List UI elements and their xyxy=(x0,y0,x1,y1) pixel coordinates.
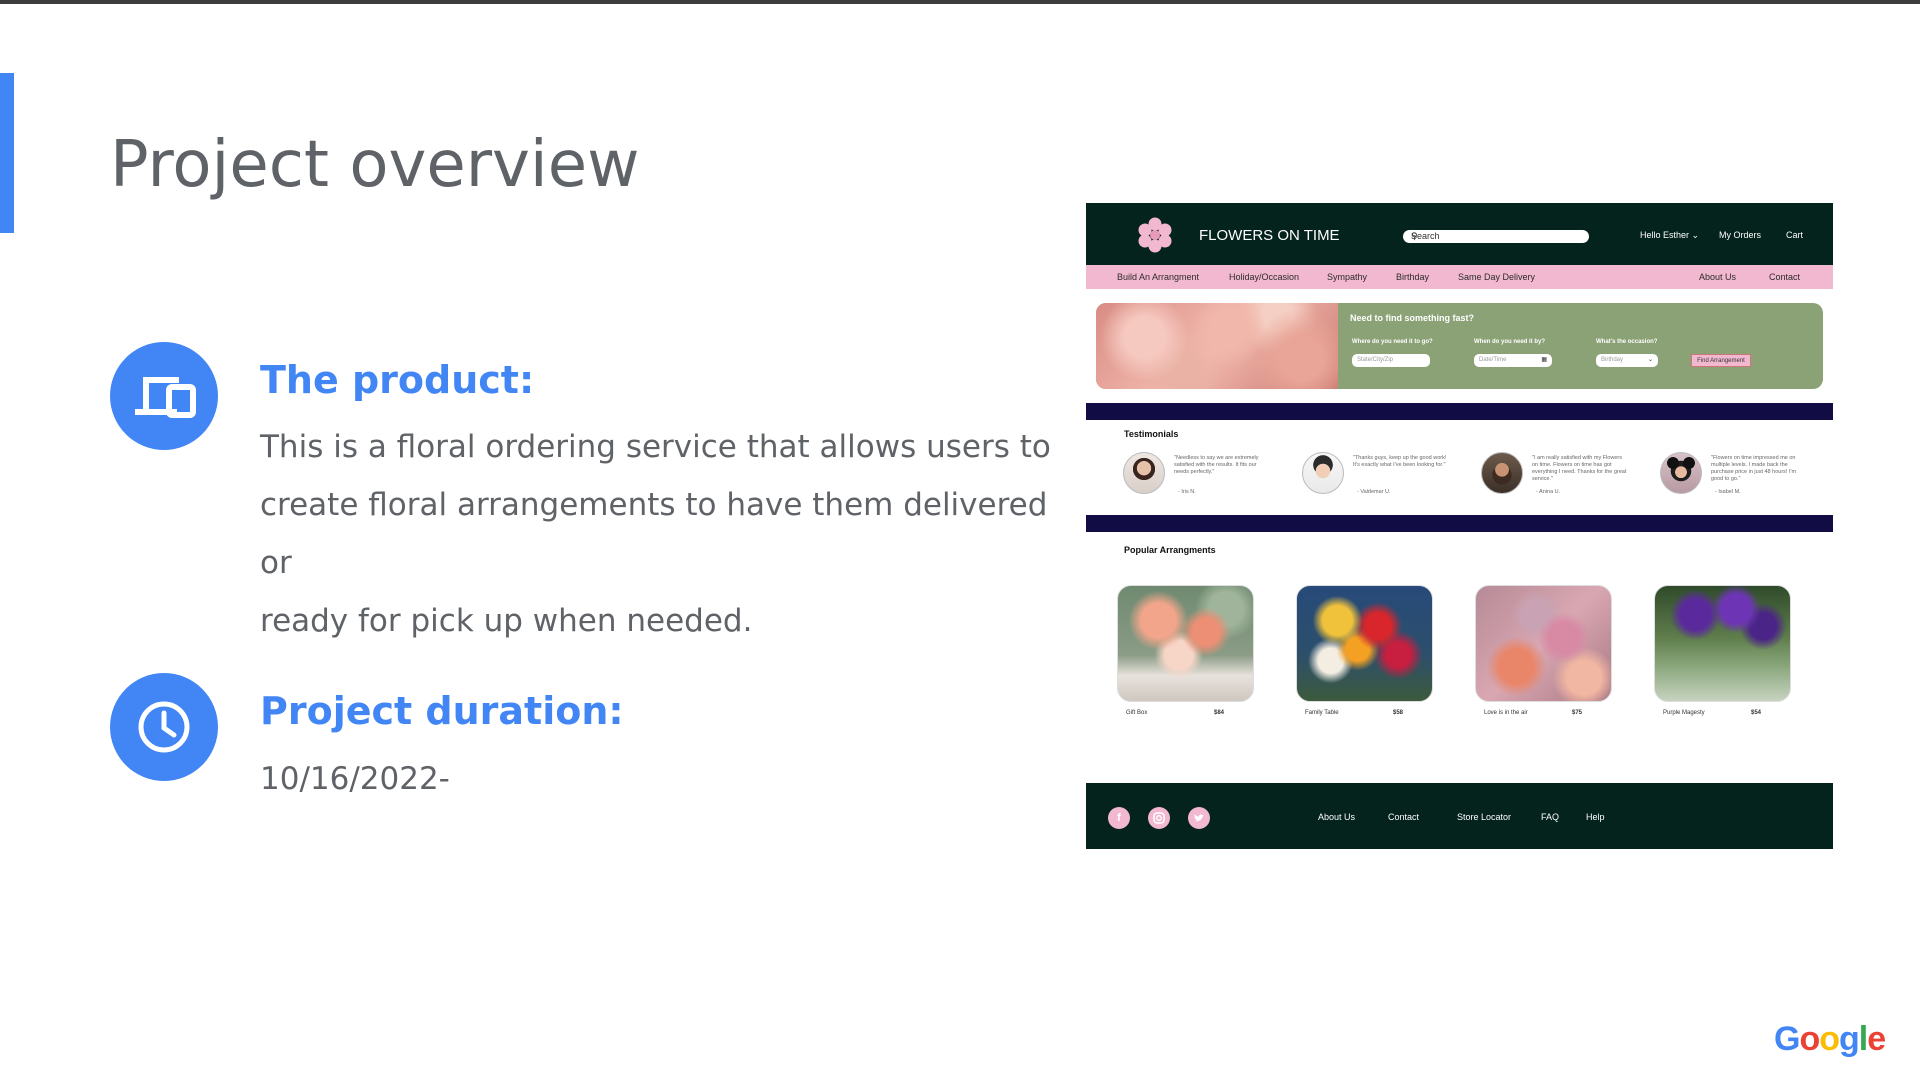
mockup-nav: Build An Arrangment Holiday/Occasion Sym… xyxy=(1086,265,1833,289)
mockup-footer: f About Us Contact Store Locator FAQ Hel… xyxy=(1086,783,1833,849)
my-orders-link[interactable]: My Orders xyxy=(1719,230,1761,240)
chevron-down-icon: ⌄ xyxy=(1647,357,1653,363)
testimonial-quote: "Needless to say we are extremely satisf… xyxy=(1174,455,1259,475)
nav-item-birthday[interactable]: Birthday xyxy=(1396,272,1429,282)
product-name: Gift Box xyxy=(1126,710,1148,716)
product-image[interactable] xyxy=(1296,585,1433,702)
mockup-search-input[interactable]: Search ⚲ xyxy=(1403,230,1589,243)
testimonial-author: - Iris N. xyxy=(1178,489,1196,495)
nav-item-build[interactable]: Build An Arrangment xyxy=(1117,272,1199,282)
testimonial-quote: "Thanks guys, keep up the good work! It'… xyxy=(1353,455,1447,468)
find-arrangement-button[interactable]: Find Arrangement xyxy=(1691,354,1751,367)
avatar xyxy=(1660,452,1702,494)
product-price: $84 xyxy=(1214,710,1225,716)
date-placeholder: Date/Time xyxy=(1479,357,1507,363)
finder-title: Need to find something fast? xyxy=(1350,313,1475,323)
avatar xyxy=(1481,452,1523,494)
occasion-select[interactable]: Birthday ⌄ xyxy=(1596,354,1658,367)
location-input[interactable]: State/City/Zip xyxy=(1352,354,1430,367)
facebook-icon[interactable]: f xyxy=(1108,807,1130,829)
twitter-icon[interactable] xyxy=(1188,807,1210,829)
accent-bar xyxy=(0,73,14,233)
duration-value: 10/16/2022- xyxy=(260,761,450,797)
testimonial-quote: "I am really satisfied with my Flowers o… xyxy=(1532,455,1627,482)
product-line: This is a floral ordering service that a… xyxy=(260,429,1051,465)
product-heading: The product: xyxy=(260,358,535,402)
cart-link[interactable]: Cart xyxy=(1786,230,1803,240)
avatar xyxy=(1302,452,1344,494)
testimonials-title: Testimonials xyxy=(1124,429,1179,439)
footer-store-locator-link[interactable]: Store Locator xyxy=(1457,812,1511,822)
product-image[interactable] xyxy=(1654,585,1791,702)
account-menu-link[interactable]: Hello Esther ⌄ xyxy=(1640,230,1699,241)
duration-heading: Project duration: xyxy=(260,689,624,733)
clock-icon xyxy=(110,673,218,781)
testimonial-author: - Valdemar U. xyxy=(1357,489,1391,495)
nav-item-about[interactable]: About Us xyxy=(1699,272,1736,282)
logo-letter: l xyxy=(1858,1020,1869,1058)
date-input[interactable]: Date/Time ▦ xyxy=(1474,354,1552,367)
nav-item-sympathy[interactable]: Sympathy xyxy=(1327,272,1367,282)
devices-icon xyxy=(110,342,218,450)
product-name: Love is in the air xyxy=(1484,710,1528,716)
product-description: This is a floral ordering service that a… xyxy=(260,418,1060,650)
product-price: $54 xyxy=(1751,710,1762,716)
google-logo: Google xyxy=(1774,1020,1886,1059)
divider-band xyxy=(1086,403,1833,420)
product-image[interactable] xyxy=(1117,585,1254,702)
brand-name: FLOWERS ON TIME xyxy=(1199,227,1340,244)
flower-logo-icon xyxy=(1138,217,1172,253)
product-price: $58 xyxy=(1393,710,1404,716)
footer-contact-link[interactable]: Contact xyxy=(1388,812,1419,822)
product-name: Family Table xyxy=(1305,710,1339,716)
product-line: ready for pick up when needed. xyxy=(260,603,753,639)
product-name: Purple Magesty xyxy=(1663,710,1705,716)
instagram-icon[interactable] xyxy=(1148,807,1170,829)
footer-help-link[interactable]: Help xyxy=(1586,812,1605,822)
product-image[interactable] xyxy=(1475,585,1612,702)
logo-letter: o xyxy=(1799,1020,1820,1058)
divider-band xyxy=(1086,515,1833,532)
nav-item-contact[interactable]: Contact xyxy=(1769,272,1800,282)
logo-letter: g xyxy=(1839,1020,1860,1058)
popular-title: Popular Arrangments xyxy=(1124,545,1216,555)
top-rule xyxy=(0,0,1920,4)
finder-banner: Need to find something fast? Where do yo… xyxy=(1096,303,1823,389)
logo-letter: e xyxy=(1867,1020,1886,1058)
product-price: $75 xyxy=(1572,710,1583,716)
mockup-header: FLOWERS ON TIME Search ⚲ Hello Esther ⌄ … xyxy=(1086,203,1833,265)
occasion-value: Birthday xyxy=(1601,357,1624,363)
product-line: create floral arrangements to have them … xyxy=(260,487,1048,581)
logo-letter: o xyxy=(1819,1020,1840,1058)
calendar-icon: ▦ xyxy=(1541,357,1547,363)
website-mockup: FLOWERS ON TIME Search ⚲ Hello Esther ⌄ … xyxy=(1086,203,1833,849)
finder-question-location: Where do you need it to go? xyxy=(1352,339,1433,345)
search-icon: ⚲ xyxy=(1411,231,1418,241)
logo-letter: G xyxy=(1774,1020,1800,1058)
testimonial-author: - Isabel M. xyxy=(1715,489,1741,495)
testimonial-quote: "Flowers on time impressed me on multipl… xyxy=(1711,455,1797,482)
finder-question-date: When do you need it by? xyxy=(1474,339,1545,345)
nav-item-holiday[interactable]: Holiday/Occasion xyxy=(1229,272,1299,282)
avatar xyxy=(1123,452,1165,494)
finder-question-occasion: What's the occasion? xyxy=(1596,339,1658,345)
footer-about-link[interactable]: About Us xyxy=(1318,812,1355,822)
nav-item-same-day[interactable]: Same Day Delivery xyxy=(1458,272,1535,282)
footer-faq-link[interactable]: FAQ xyxy=(1541,812,1559,822)
testimonial-author: - Anina U. xyxy=(1536,489,1561,495)
roses-image xyxy=(1096,303,1338,389)
slide-title: Project overview xyxy=(110,128,640,202)
